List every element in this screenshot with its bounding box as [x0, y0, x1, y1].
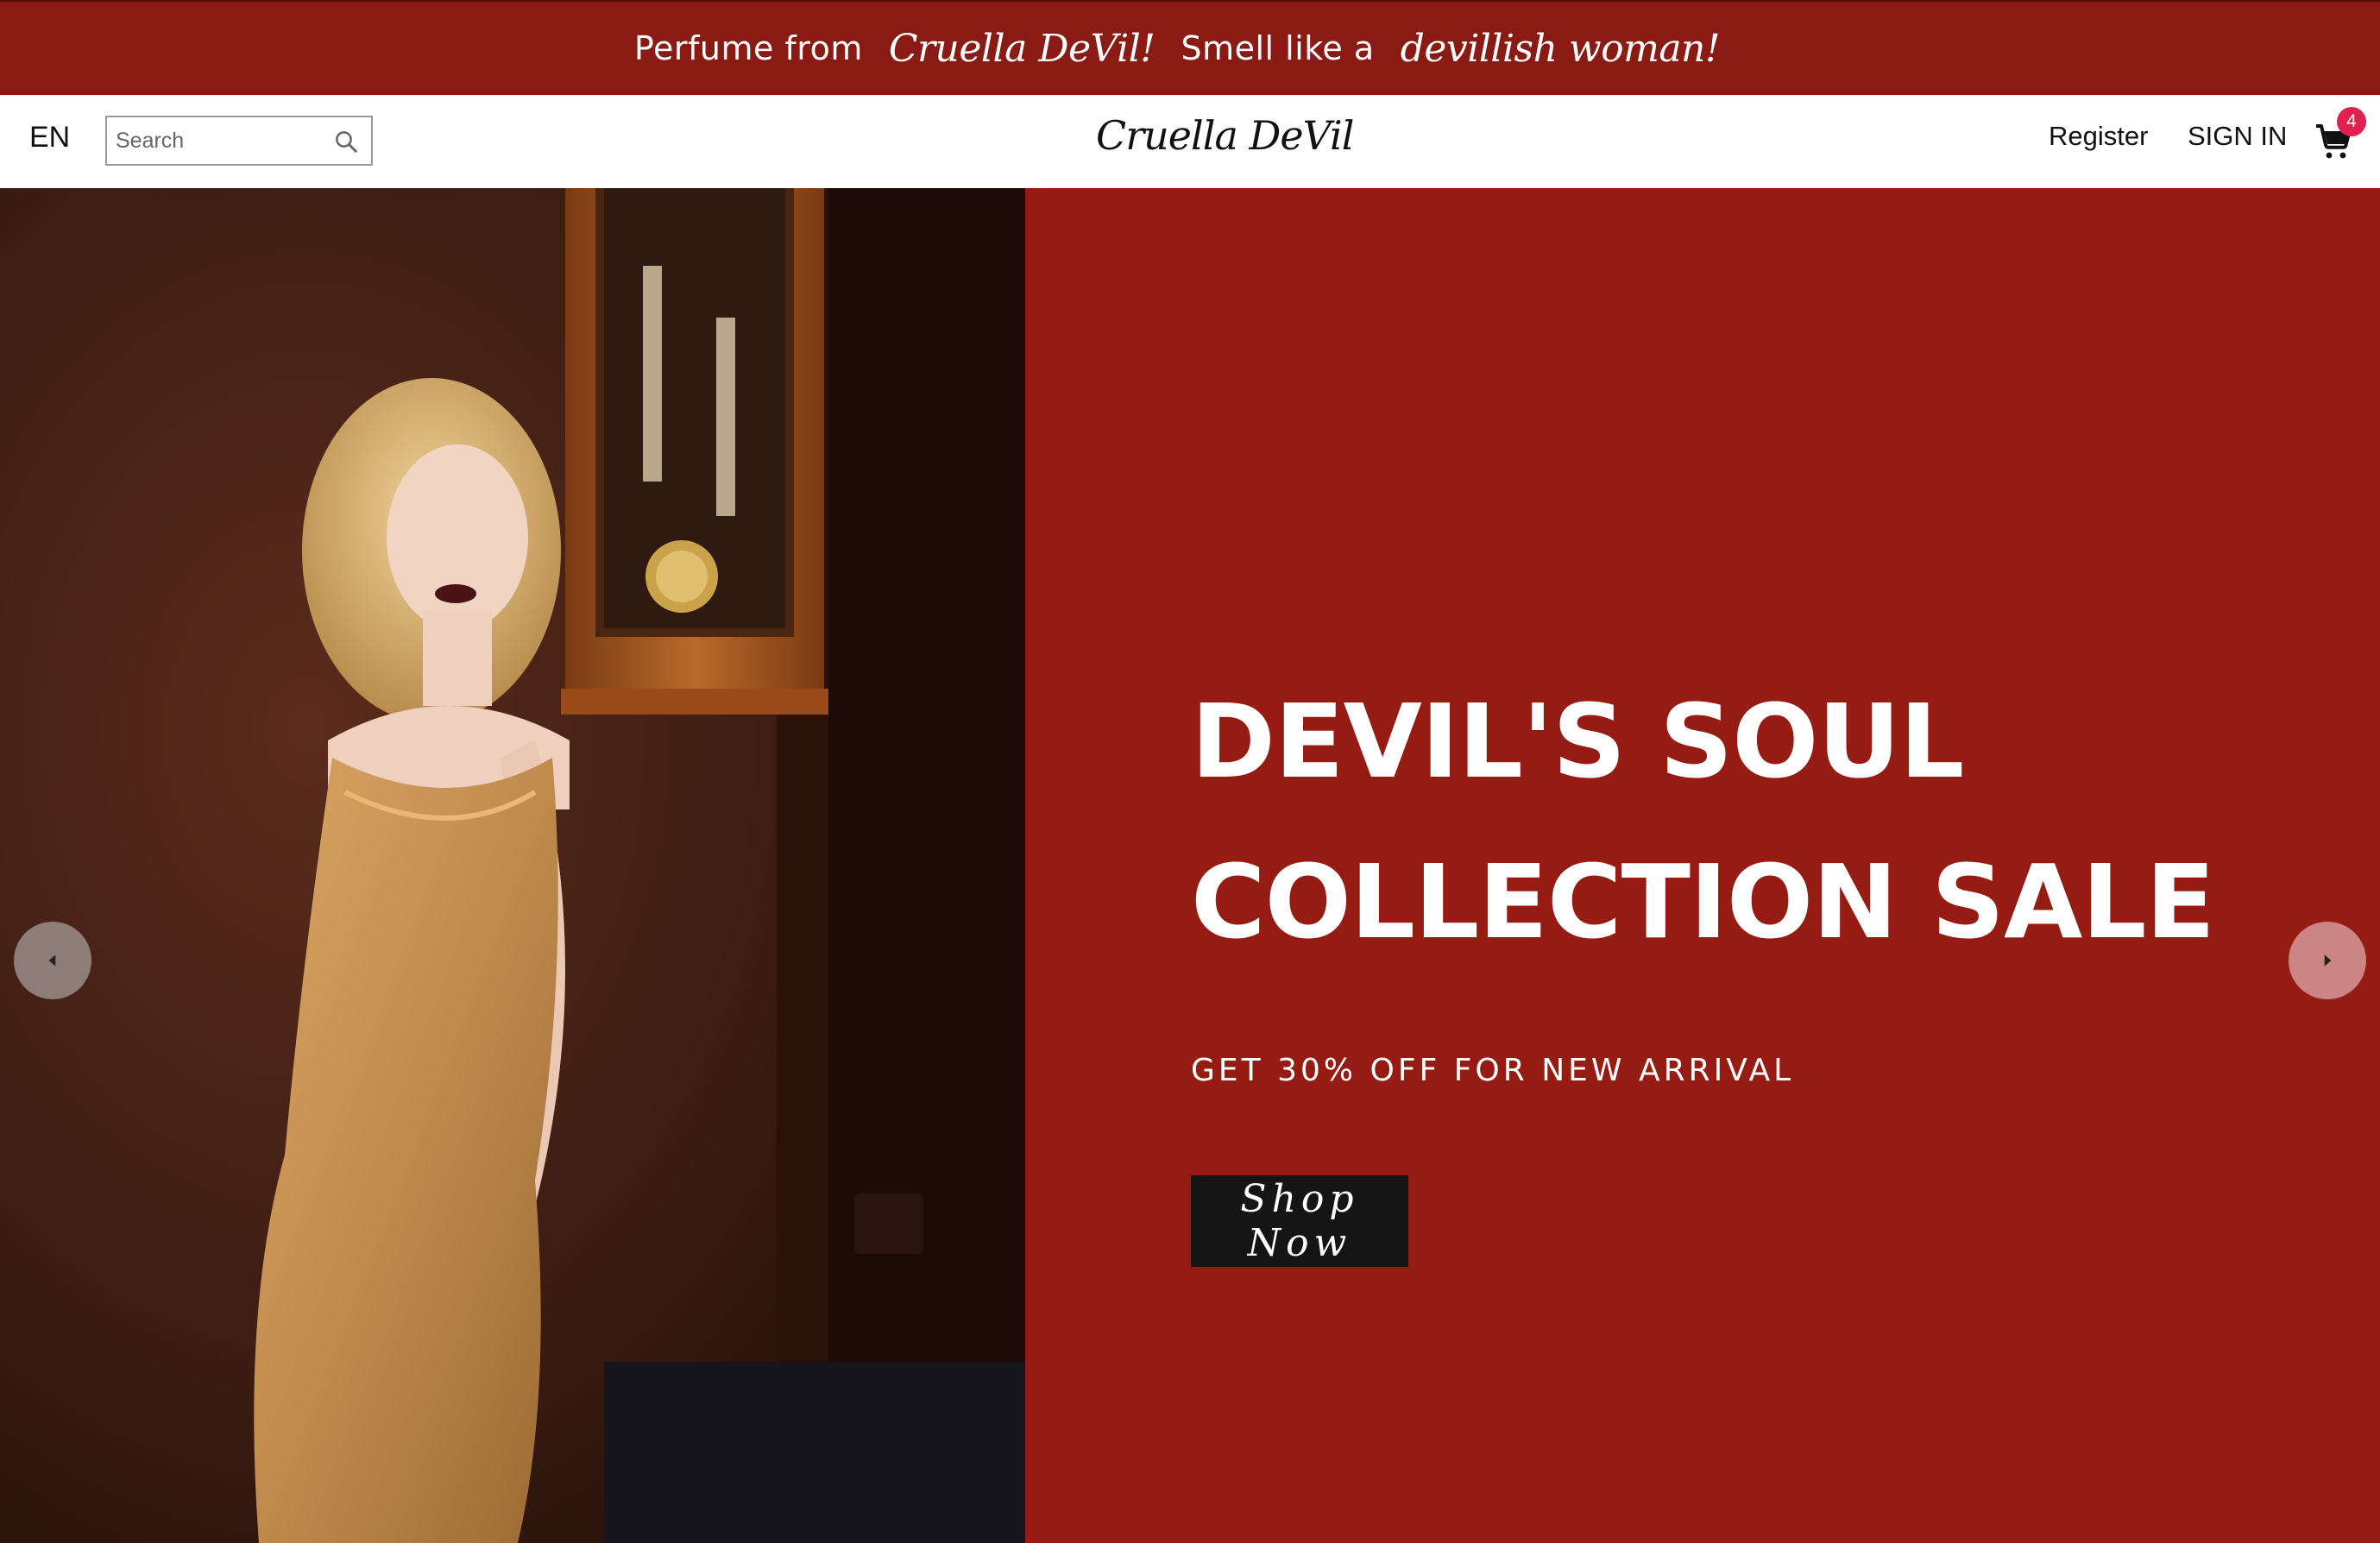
hero-title: DEVIL'S SOUL COLLECTION SALE: [1191, 661, 2313, 982]
hero-photo: [0, 188, 1025, 1543]
announcement-text-1: Perfume from: [633, 29, 863, 67]
hero-image: [0, 188, 1025, 1543]
navbar: EN Cruella DeVil Register SIGN IN 4: [0, 95, 2380, 188]
hero-subtitle: GET 30% OFF FOR NEW ARRIVAL: [1191, 1053, 1795, 1088]
carousel-prev-button[interactable]: [14, 922, 91, 999]
announcement-text-2: Smell like a: [1181, 29, 1375, 67]
chevron-left-icon: [48, 954, 56, 967]
hero-title-line-2: COLLECTION SALE: [1191, 842, 2215, 961]
announcement-tagline: devillish woman!: [1400, 26, 1721, 71]
sign-in-link[interactable]: SIGN IN: [2188, 121, 2287, 152]
chevron-right-icon: [2324, 954, 2332, 967]
language-selector[interactable]: EN: [29, 121, 70, 154]
search-box: [105, 116, 373, 166]
shop-now-button[interactable]: Shop Now: [1191, 1175, 1408, 1267]
carousel-next-button[interactable]: [2289, 922, 2366, 999]
hero-title-line-1: DEVIL'S SOUL: [1191, 682, 1964, 801]
logo[interactable]: Cruella DeVil: [1096, 112, 1354, 167]
register-link[interactable]: Register: [2049, 121, 2148, 152]
hero-text-panel: DEVIL'S SOUL COLLECTION SALE GET 30% OFF…: [1025, 188, 2380, 1543]
announcement-bar: Perfume from Cruella DeVil! Smell like a…: [0, 0, 2380, 95]
search-input[interactable]: [107, 117, 314, 164]
cart-count-badge: 4: [2337, 107, 2366, 136]
announcement-brand: Cruella DeVil!: [888, 26, 1155, 71]
search-icon[interactable]: [333, 129, 359, 154]
hero-carousel: DEVIL'S SOUL COLLECTION SALE GET 30% OFF…: [0, 188, 2380, 1543]
